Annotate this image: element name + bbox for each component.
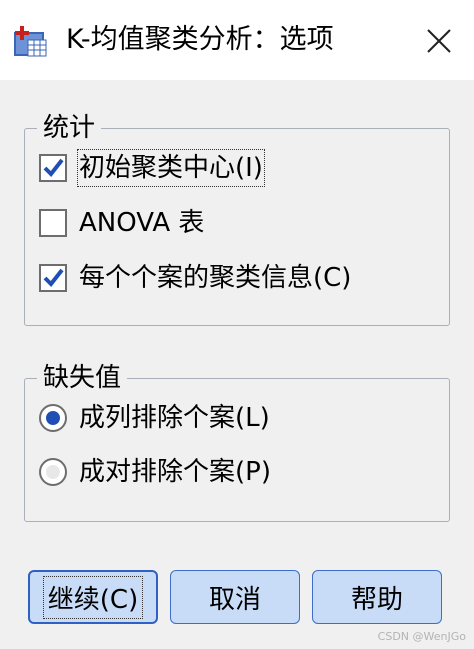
missing-values-group-legend: 缺失值	[37, 361, 128, 395]
exclude-pairwise-radio[interactable]	[39, 458, 67, 486]
close-icon	[427, 29, 451, 53]
cancel-button[interactable]: 取消	[170, 570, 300, 624]
anova-table-checkbox[interactable]	[39, 209, 67, 237]
cancel-button-label: 取消	[208, 584, 261, 615]
anova-table-option[interactable]: ANOVA 表	[39, 206, 204, 240]
close-button[interactable]	[414, 18, 464, 64]
spss-dialog-icon	[12, 24, 50, 58]
initial-cluster-centers-option[interactable]: 初始聚类中心(I)	[39, 149, 265, 187]
radio-unselected-dot	[46, 465, 60, 479]
help-button[interactable]: 帮助	[312, 570, 442, 624]
title-bar: K-均值聚类分析：选项	[0, 0, 474, 80]
exclude-pairwise-label: 成对排除个案(P)	[79, 457, 271, 487]
exclude-listwise-label: 成列排除个案(L)	[79, 403, 270, 433]
checkmark-icon	[43, 268, 64, 288]
checkmark-icon	[43, 158, 64, 178]
continue-button[interactable]: 继续(C)	[28, 570, 158, 624]
radio-selected-dot	[46, 411, 60, 425]
anova-table-label: ANOVA 表	[79, 208, 205, 238]
exclude-listwise-option[interactable]: 成列排除个案(L)	[39, 401, 270, 435]
missing-values-group: 缺失值 成列排除个案(L) 成对排除个案(P)	[24, 361, 450, 522]
cluster-info-label: 每个个案的聚类信息(C)	[79, 263, 352, 293]
dialog-body: 统计 初始聚类中心(I) ANOVA 表 每个个案的聚类信息(C) 缺失值 成列…	[0, 80, 474, 649]
exclude-listwise-radio[interactable]	[39, 404, 67, 432]
window-title: K-均值聚类分析：选项	[66, 24, 334, 55]
statistics-group: 统计 初始聚类中心(I) ANOVA 表 每个个案的聚类信息(C)	[24, 111, 450, 326]
exclude-pairwise-option[interactable]: 成对排除个案(P)	[39, 455, 271, 489]
watermark: CSDN @WenJGo	[377, 630, 466, 643]
cluster-info-checkbox[interactable]	[39, 264, 67, 292]
help-button-label: 帮助	[350, 584, 403, 615]
continue-button-label: 继续(C)	[42, 575, 144, 619]
cluster-info-option[interactable]: 每个个案的聚类信息(C)	[39, 261, 351, 295]
statistics-group-legend: 统计	[37, 111, 102, 145]
initial-cluster-centers-label: 初始聚类中心(I)	[77, 149, 265, 187]
initial-cluster-centers-checkbox[interactable]	[39, 154, 67, 182]
